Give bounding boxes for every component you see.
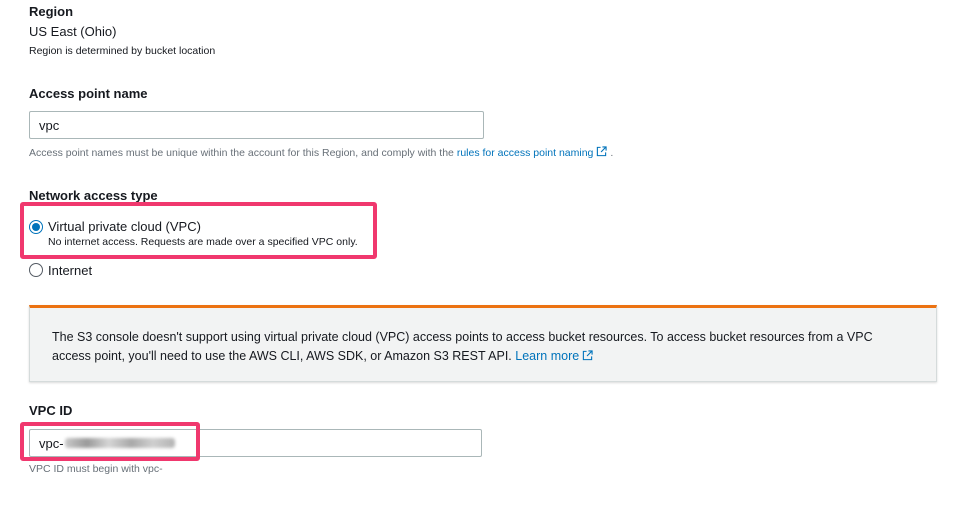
naming-rules-link[interactable]: rules for access point naming [457, 146, 608, 159]
alert-message: The S3 console doesn't support using vir… [52, 328, 912, 366]
access-point-name-input[interactable] [29, 111, 484, 139]
vpc-info-alert: The S3 console doesn't support using vir… [29, 305, 937, 382]
region-value: US East (Ohio) [29, 24, 117, 39]
vpc-id-label: VPC ID [29, 403, 73, 418]
internet-radio-label[interactable]: Internet [48, 263, 92, 278]
network-access-type-label: Network access type [29, 188, 158, 203]
region-help-text: Region is determined by bucket location [29, 45, 216, 57]
external-link-icon [583, 350, 593, 361]
access-point-help-suffix: . [607, 147, 614, 159]
create-access-point-form: Region US East (Ohio) Region is determin… [0, 0, 960, 507]
access-point-name-label: Access point name [29, 86, 148, 101]
access-point-help-text: Access point names must be unique within… [29, 147, 457, 159]
naming-rules-link-text[interactable]: rules for access point naming [457, 147, 594, 159]
external-link-icon [597, 146, 608, 157]
alert-text: The S3 console doesn't support using vir… [52, 330, 873, 363]
learn-more-link-text[interactable]: Learn more [515, 349, 579, 363]
learn-more-link[interactable]: Learn more [515, 349, 593, 363]
access-point-name-help: Access point names must be unique within… [29, 146, 613, 159]
vpc-option-highlight [20, 202, 377, 259]
internet-radio[interactable] [29, 263, 43, 277]
vpc-id-highlight [20, 422, 200, 461]
vpc-id-help: VPC ID must begin with vpc- [29, 463, 163, 475]
region-label: Region [29, 4, 74, 19]
